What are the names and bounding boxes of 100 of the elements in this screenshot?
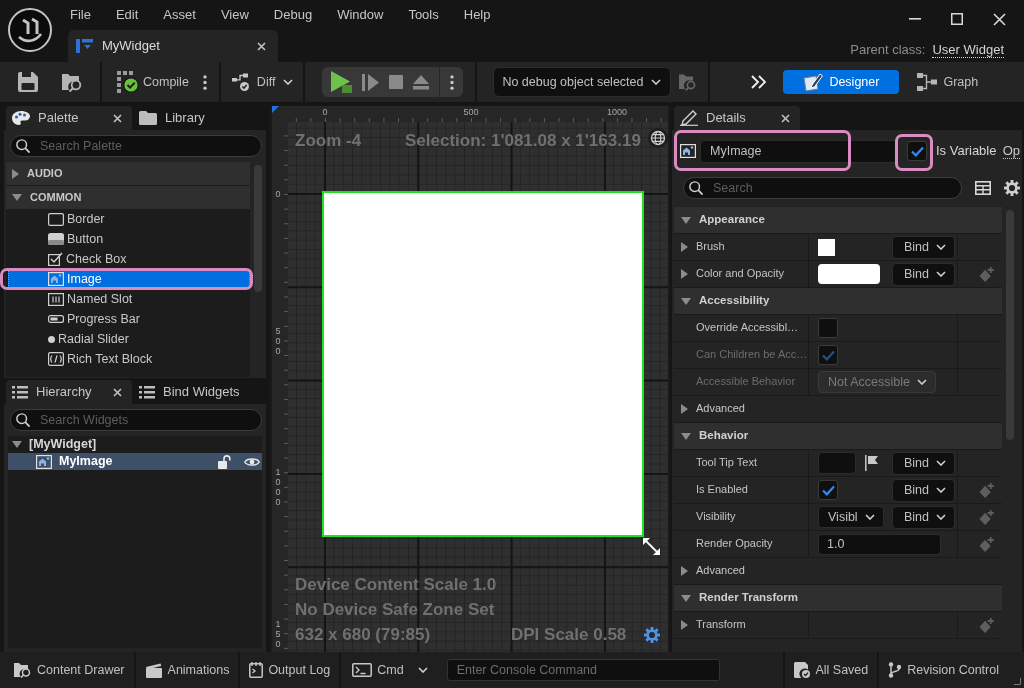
stop-icon[interactable] (389, 75, 404, 89)
checkbox[interactable] (818, 318, 838, 338)
menu-item[interactable]: Asset (163, 7, 196, 23)
close-icon[interactable] (113, 113, 122, 123)
caret-down-icon[interactable] (12, 441, 22, 448)
settings-icon[interactable] (644, 627, 660, 643)
search-field[interactable]: Search (683, 177, 962, 199)
diamond-plus-icon[interactable] (979, 482, 994, 498)
panel-tab[interactable]: Palette (6, 106, 132, 130)
unlocked-padlock-icon[interactable] (218, 454, 231, 469)
settings-icon[interactable] (1004, 180, 1020, 196)
parent-class-link[interactable]: User Widget (932, 42, 1004, 58)
caret-right-icon[interactable] (681, 269, 688, 279)
search-field[interactable]: Search Widgets (10, 409, 262, 431)
mode-button[interactable]: Graph (899, 70, 999, 94)
menu-item[interactable]: Help (463, 7, 491, 23)
category-header[interactable]: COMMON (6, 186, 250, 209)
caret-down-icon[interactable] (681, 216, 691, 224)
close-icon[interactable] (113, 387, 122, 397)
flag-icon[interactable] (865, 455, 878, 471)
section-header[interactable]: Accessibility (674, 288, 1002, 315)
palette-item[interactable]: Progress Bar (8, 310, 250, 328)
diamond-plus-icon[interactable] (979, 266, 994, 282)
color-swatch[interactable] (818, 264, 880, 284)
status-bar-button[interactable]: Revision Control (879, 654, 1008, 686)
palette-item[interactable]: Rich Text Block (8, 350, 250, 368)
menu-item[interactable]: Tools (408, 7, 439, 23)
tree-item[interactable]: [MyWidget] (8, 436, 262, 453)
panel-tab[interactable]: Details (674, 106, 800, 130)
table-view-icon[interactable] (975, 181, 991, 195)
panel-tab[interactable]: Bind Widgets (132, 380, 250, 404)
color-swatch[interactable] (818, 238, 835, 256)
bind-dropdown[interactable]: Bind (892, 478, 955, 502)
palette-item[interactable]: Named Slot (8, 290, 250, 308)
options-link[interactable]: Op (1002, 143, 1020, 159)
resize-handle-icon[interactable] (643, 538, 660, 555)
menu-item[interactable]: View (220, 7, 249, 23)
diamond-plus-icon[interactable] (979, 536, 994, 552)
resize-grip-icon[interactable] (1014, 678, 1021, 685)
diff-dropdown[interactable]: Diff (231, 67, 294, 97)
caret-down-icon[interactable] (681, 594, 691, 602)
property-group[interactable]: Advanced (674, 396, 1002, 422)
menu-item[interactable]: Edit (115, 7, 139, 23)
dropdown[interactable]: Visibl (818, 506, 884, 528)
bind-dropdown[interactable]: Bind (892, 505, 955, 529)
kebab-menu-icon[interactable] (202, 74, 207, 90)
logo-icon[interactable] (8, 8, 52, 52)
status-bar-button[interactable]: All Saved (785, 654, 878, 686)
number-field[interactable]: 1.0 (818, 533, 941, 555)
section-header[interactable]: Render Transform (674, 585, 1002, 612)
menu-item[interactable]: Debug (273, 7, 313, 23)
name-field[interactable]: MyImage (700, 139, 897, 163)
caret-right-icon[interactable] (12, 168, 19, 179)
mode-button[interactable]: Designer (783, 70, 900, 94)
text-field[interactable] (818, 452, 856, 474)
section-header[interactable]: Behavior (674, 423, 1002, 450)
tree-item[interactable]: MyImage (8, 453, 262, 470)
close-icon[interactable] (257, 41, 266, 51)
scrollbar[interactable] (254, 165, 262, 292)
play-icon[interactable] (331, 71, 353, 93)
checkbox[interactable] (818, 480, 838, 500)
caret-right-icon[interactable] (681, 620, 688, 630)
maximize-icon[interactable] (951, 13, 963, 25)
folder-search-icon[interactable] (62, 72, 84, 92)
menu-item[interactable]: File (70, 7, 91, 23)
bind-dropdown[interactable]: Bind (892, 235, 955, 259)
globe-icon[interactable] (648, 128, 668, 148)
panel-tab[interactable]: Library (132, 106, 215, 130)
close-icon[interactable] (781, 113, 790, 123)
palette-item[interactable]: Border (8, 210, 250, 228)
document-tab[interactable]: MyWidget (68, 30, 278, 62)
palette-item[interactable]: Button (8, 230, 250, 248)
caret-right-icon[interactable] (681, 242, 688, 252)
palette-item[interactable]: Radial Slider (8, 330, 250, 348)
status-bar-button[interactable]: Animations (135, 654, 239, 686)
close-icon[interactable] (993, 12, 1006, 26)
bind-dropdown[interactable]: Bind (892, 262, 955, 286)
debug-object-dropdown[interactable]: No debug object selected (493, 67, 672, 97)
eye-icon[interactable] (244, 456, 260, 467)
step-icon[interactable] (362, 73, 380, 91)
checkbox[interactable] (907, 141, 927, 161)
panel-tab[interactable]: Hierarchy (6, 380, 132, 404)
caret-down-icon[interactable] (681, 432, 691, 440)
caret-right-icon[interactable] (681, 404, 688, 414)
diamond-plus-icon[interactable] (979, 617, 994, 633)
console-input[interactable]: Enter Console Command (446, 659, 720, 681)
eject-icon[interactable] (413, 74, 430, 90)
caret-down-icon[interactable] (681, 297, 691, 305)
section-header[interactable]: Appearance (674, 207, 1002, 234)
palette-item[interactable]: Check Box (8, 250, 250, 268)
status-bar-button[interactable]: Output Log (240, 654, 340, 686)
diamond-plus-icon[interactable] (979, 509, 994, 525)
menu-item[interactable]: Window (337, 7, 384, 23)
compile-button[interactable]: Compile (117, 67, 189, 97)
caret-down-icon[interactable] (12, 194, 22, 201)
kebab-menu-icon[interactable] (450, 74, 455, 90)
bind-dropdown[interactable]: Bind (892, 451, 955, 475)
category-header[interactable]: AUDIO (6, 162, 250, 185)
status-bar-button[interactable]: Content Drawer (5, 654, 134, 686)
property-group[interactable]: Advanced (674, 558, 1002, 584)
